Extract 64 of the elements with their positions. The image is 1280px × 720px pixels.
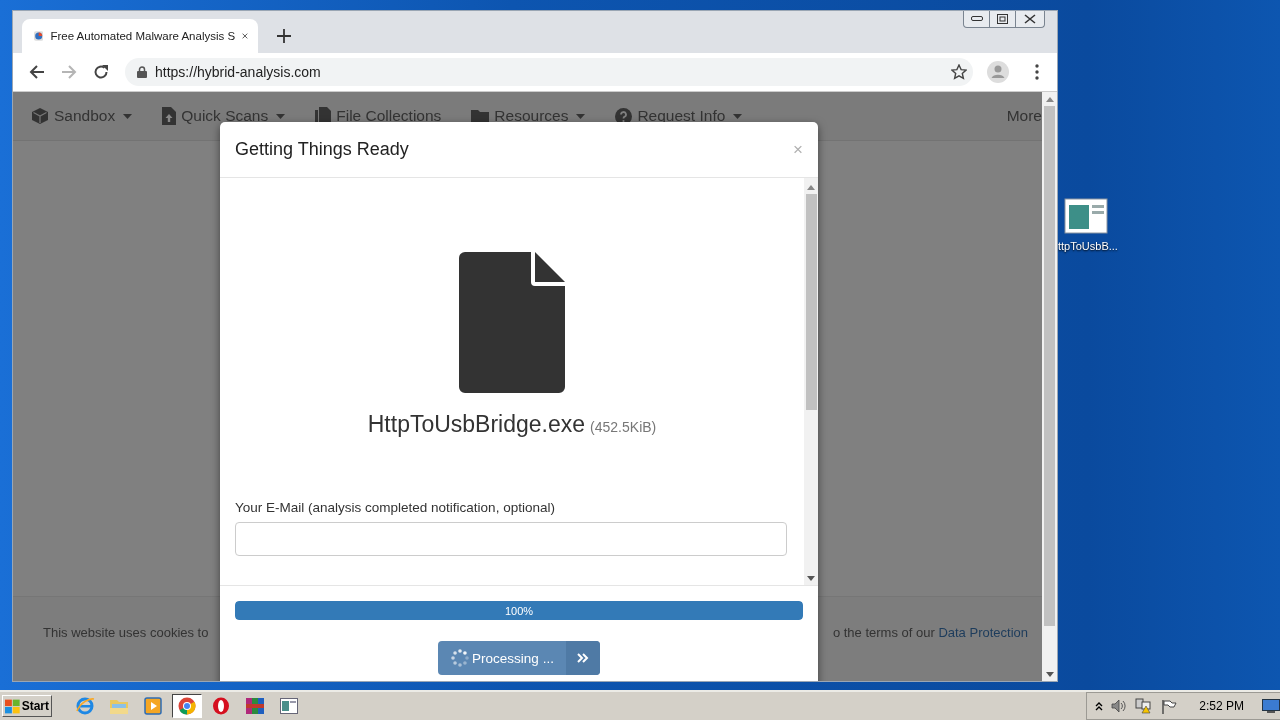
reload-icon — [93, 64, 109, 80]
cube-icon — [31, 107, 49, 125]
speaker-icon[interactable] — [1111, 699, 1128, 713]
chrome-icon — [178, 697, 196, 715]
lock-icon — [137, 66, 147, 78]
data-protection-link[interactable]: Data Protection — [938, 624, 1028, 640]
cookie-text: o the terms of our Data Protection — [832, 624, 1028, 640]
caret-icon — [733, 113, 743, 119]
maximize-icon — [997, 14, 1008, 24]
file-upload-icon — [162, 107, 177, 125]
nav-menu-item[interactable]: More — [1006, 107, 1042, 125]
close-icon — [1024, 14, 1036, 24]
scroll-down-icon[interactable] — [1045, 671, 1054, 677]
cookie-text: This website uses cookies to — [43, 624, 209, 640]
caret-icon — [123, 113, 133, 119]
desktop-icon-label[interactable]: ttpToUsbB... — [1058, 240, 1118, 252]
chevron-up-icon[interactable] — [1095, 701, 1104, 711]
flag-icon[interactable] — [1161, 698, 1178, 714]
file-size: (452.5KiB) — [590, 419, 657, 435]
star-icon[interactable] — [951, 64, 967, 80]
favicon-icon — [34, 28, 44, 44]
nav-menu-item[interactable]: Sandbox — [31, 107, 133, 125]
address-bar[interactable]: https://hybrid-analysis.com — [125, 58, 973, 86]
caret-icon — [276, 113, 286, 119]
forward-arrow-icon — [61, 64, 77, 80]
double-chevron-icon — [577, 653, 589, 663]
browser-tab[interactable]: Free Automated Malware Analysis S — [22, 19, 258, 53]
scroll-up-icon[interactable] — [1045, 96, 1054, 102]
clock[interactable]: 2:52 PM — [1199, 699, 1244, 713]
menu-icon[interactable] — [1035, 64, 1039, 80]
dialog-title: Getting Things Ready — [235, 139, 409, 160]
file-icon — [459, 252, 565, 393]
progress-fill: 100% — [235, 601, 803, 620]
opera-icon — [212, 697, 230, 715]
file-name: HttpToUsbBridge.exe — [367, 411, 586, 438]
back-arrow-icon — [29, 64, 45, 80]
taskbar-app-button[interactable] — [172, 694, 202, 718]
network-warning-icon[interactable] — [1135, 698, 1154, 714]
processing-button[interactable]: Processing ... — [438, 641, 600, 675]
start-button[interactable]: Start — [2, 695, 52, 717]
media-player-icon — [144, 697, 162, 715]
plus-icon — [277, 29, 291, 43]
folder-icon — [109, 697, 129, 715]
browser-e-icon — [75, 696, 95, 716]
close-button[interactable]: × — [793, 139, 803, 160]
email-field[interactable] — [235, 522, 787, 556]
scroll-up-icon[interactable] — [807, 184, 815, 190]
windows-logo-icon — [5, 698, 20, 714]
close-icon[interactable] — [242, 31, 248, 41]
minimize-icon — [970, 16, 983, 22]
files-icon — [315, 107, 332, 125]
email-label: Your E-Mail (analysis completed notification, optional) — [235, 500, 556, 515]
spinner-icon — [450, 648, 471, 668]
document-window-icon[interactable] — [1064, 198, 1108, 234]
page-scrollbar[interactable] — [1042, 92, 1057, 681]
books-icon — [245, 697, 265, 715]
caret-icon — [576, 113, 586, 119]
folder-icon — [471, 108, 490, 124]
dialog-scrollbar[interactable] — [804, 178, 818, 585]
show-desktop-icon[interactable] — [1262, 699, 1280, 713]
avatar-icon[interactable] — [987, 61, 1009, 83]
nav-menu-item[interactable]: Quick Scans — [162, 107, 286, 125]
window-icon — [280, 698, 298, 714]
scroll-down-icon[interactable] — [807, 575, 815, 581]
